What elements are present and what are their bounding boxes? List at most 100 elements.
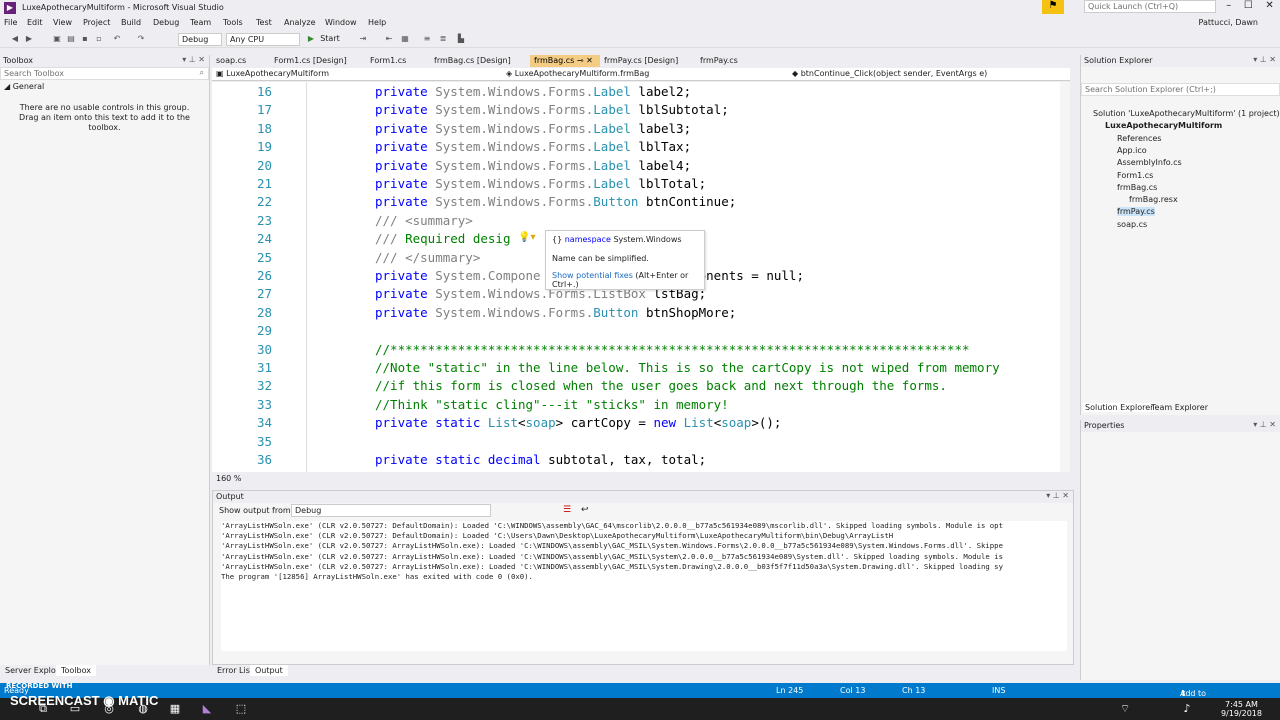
tab-toolbox[interactable]: Toolbox [56, 665, 96, 676]
toolbar-icon-a[interactable]: ⇥ [358, 34, 368, 44]
tab-frmbag-design[interactable]: frmBag.cs [Design] [430, 55, 515, 67]
solution-search-input[interactable]: Search Solution Explorer (Ctrl+;) [1081, 83, 1280, 96]
tab-frmbag-cs[interactable]: frmBag.cs ⊸ ✕ [530, 55, 600, 67]
solution-tree-item[interactable]: soap.cs [1117, 220, 1147, 229]
start-icon[interactable]: ▶ [306, 34, 316, 44]
comment-icon[interactable]: ≡ [422, 34, 432, 44]
code-line[interactable]: 29 [212, 322, 1060, 340]
toolbox-close-icon[interactable]: ▾ ⊥ ✕ [182, 55, 205, 64]
platform-select[interactable]: Any CPU [226, 33, 300, 46]
toolbar-icon-b[interactable]: ⇤ [384, 34, 394, 44]
project-dropdown[interactable]: ▣ LuxeApothecaryMultiform [216, 69, 502, 78]
menu-test[interactable]: Test [256, 18, 272, 27]
menu-edit[interactable]: Edit [27, 18, 43, 27]
menu-team[interactable]: Team [190, 18, 211, 27]
code-line[interactable]: 20 private System.Windows.Forms.Label lab… [212, 157, 1060, 175]
solution-tree-item[interactable]: Form1.cs [1117, 171, 1153, 180]
code-line[interactable]: 19 private System.Windows.Forms.Label lbl… [212, 138, 1060, 156]
clock[interactable]: 7:45 AM 9/19/2018 [1221, 700, 1262, 718]
tab-form1-design[interactable]: Form1.cs [Design] [270, 55, 351, 67]
menu-help[interactable]: Help [368, 18, 386, 27]
tab-frmpay-design[interactable]: frmPay.cs [Design] [600, 55, 682, 67]
forward-icon[interactable]: ▶ [24, 34, 34, 44]
output-text[interactable]: 'ArrayListHWSoln.exe' (CLR v2.0.50727: D… [221, 521, 1067, 651]
user-name[interactable]: Pattucci, Dawn [1199, 18, 1259, 27]
solution-tree-item[interactable]: AssemblyInfo.cs [1117, 158, 1182, 167]
menu-debug[interactable]: Debug [153, 18, 179, 27]
save-all-icon[interactable]: ▫ [94, 34, 104, 44]
undo-icon[interactable]: ↶ [112, 34, 122, 44]
show-fixes-link[interactable]: Show potential fixes [552, 271, 633, 280]
solution-tree-item[interactable]: Solution 'LuxeApothecaryMultiform' (1 pr… [1093, 109, 1280, 118]
code-line[interactable]: 36 private static decimal subtotal, tax, … [212, 451, 1060, 469]
menu-window[interactable]: Window [325, 18, 357, 27]
config-select[interactable]: Debug [178, 33, 222, 46]
solution-tree-item[interactable]: frmBag.resx [1129, 195, 1178, 204]
capture-icon[interactable]: ⬚ [234, 702, 248, 716]
solution-tree-item[interactable]: LuxeApothecaryMultiform [1105, 121, 1222, 130]
minimize-button[interactable]: – [1226, 0, 1231, 14]
solution-tree-item[interactable]: frmBag.cs [1117, 183, 1157, 192]
output-source-select[interactable]: Debug [291, 504, 491, 517]
tab-solution-explorer[interactable]: Solution Explorer [1083, 403, 1156, 412]
lightbulb-icon[interactable]: 💡▾ [518, 232, 535, 243]
output-controls[interactable]: ▾ ⊥ ✕ [1046, 491, 1069, 500]
code-line[interactable]: 23 /// <summary> [212, 212, 1060, 230]
menu-tools[interactable]: Tools [223, 18, 243, 27]
toolbar-icon-c[interactable]: ▦ [400, 34, 410, 44]
class-dropdown[interactable]: ◈ LuxeApothecaryMultiform.frmBag [506, 69, 786, 78]
calendar-icon[interactable]: ▦ [168, 702, 182, 716]
pin-icon[interactable]: ⊸ [577, 56, 584, 65]
code-line[interactable]: 34 private static List<soap> cartCopy = n… [212, 414, 1060, 432]
tab-team-explorer[interactable]: Team Explorer [1151, 403, 1208, 412]
uncomment-icon[interactable]: ≣ [438, 34, 448, 44]
solution-tree-item[interactable]: References [1117, 134, 1161, 143]
close-button[interactable]: ✕ [1265, 0, 1273, 14]
code-line[interactable]: 18 private System.Windows.Forms.Label lab… [212, 120, 1060, 138]
tab-form1-cs[interactable]: Form1.cs [366, 55, 410, 67]
properties-controls[interactable]: ▾ ⊥ ✕ [1253, 420, 1276, 429]
new-project-icon[interactable]: ▣ [52, 34, 62, 44]
clear-all-icon[interactable]: ☰ [563, 505, 571, 515]
solution-explorer-controls[interactable]: ▾ ⊥ ✕ [1253, 55, 1276, 64]
menu-build[interactable]: Build [121, 18, 141, 27]
member-dropdown[interactable]: ◆ btnContinue_Click(object sender, Event… [792, 69, 1062, 78]
menu-file[interactable]: File [4, 18, 17, 27]
close-icon[interactable]: ✕ [586, 56, 593, 65]
editor-scrollbar[interactable] [1060, 82, 1070, 472]
task-view-icon[interactable]: ⧉ [36, 702, 50, 716]
toolbox-search-input[interactable]: Search Toolbox ⌕ [0, 67, 209, 80]
code-line[interactable]: 17 private System.Windows.Forms.Label lbl… [212, 101, 1060, 119]
visual-studio-taskbar-icon[interactable]: ◣ [200, 702, 214, 716]
bookmark-icon[interactable]: ▙ [456, 34, 466, 44]
toolbox-group[interactable]: ◢ General [0, 80, 209, 93]
code-line[interactable]: 35 [212, 433, 1060, 451]
file-explorer-icon[interactable]: ▭ [68, 702, 82, 716]
solution-tree-item[interactable]: frmPay.cs [1117, 207, 1155, 217]
open-icon[interactable]: ▤ [66, 34, 76, 44]
tab-soap-cs[interactable]: soap.cs [212, 55, 250, 67]
menu-view[interactable]: View [53, 18, 72, 27]
redo-icon[interactable]: ↷ [136, 34, 146, 44]
maximize-button[interactable]: ☐ [1244, 0, 1253, 14]
firefox-icon[interactable]: ◍ [136, 702, 150, 716]
menu-project[interactable]: Project [83, 18, 110, 27]
solution-tree-item[interactable]: App.ico [1117, 146, 1147, 155]
menu-analyze[interactable]: Analyze [284, 18, 316, 27]
word-wrap-icon[interactable]: ↩ [581, 505, 589, 515]
code-line[interactable]: 31 //Note "static" in the line below. Thi… [212, 359, 1060, 377]
code-line[interactable]: 30 //************************************… [212, 341, 1060, 359]
start-button[interactable]: Start [318, 34, 342, 44]
flag-icon[interactable]: ⚑ [1042, 0, 1064, 14]
quick-launch-input[interactable]: Quick Launch (Ctrl+Q) [1084, 0, 1216, 13]
save-icon[interactable]: ▪ [80, 34, 90, 44]
chrome-icon[interactable]: ◎ [102, 702, 116, 716]
back-icon[interactable]: ◀ [10, 34, 20, 44]
code-line[interactable]: 16 private System.Windows.Forms.Label lab… [212, 83, 1060, 101]
code-line[interactable]: 28 private System.Windows.Forms.Button bt… [212, 304, 1060, 322]
code-line[interactable]: 21 private System.Windows.Forms.Label lbl… [212, 175, 1060, 193]
tab-output[interactable]: Output [250, 665, 288, 676]
tab-frmpay-cs[interactable]: frmPay.cs [696, 55, 742, 67]
code-line[interactable]: 32 //if this form is closed when the user… [212, 377, 1060, 395]
code-line[interactable]: 33 //Think "static cling"---it "sticks" i… [212, 396, 1060, 414]
